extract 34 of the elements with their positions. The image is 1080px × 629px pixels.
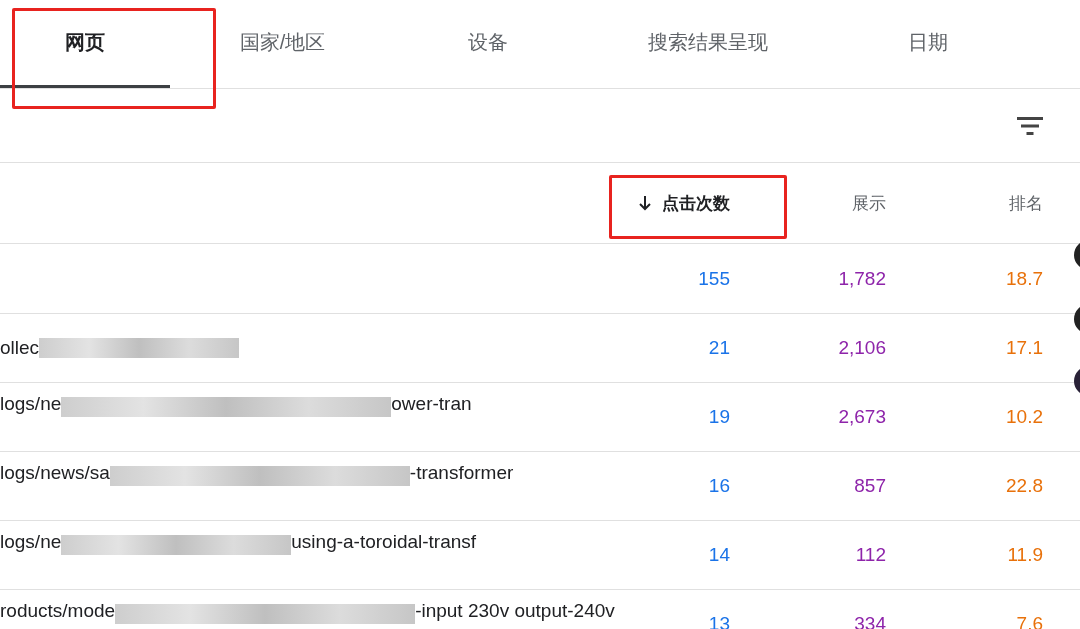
metric-value: 14	[707, 543, 730, 567]
metric-value: 10.2	[1005, 405, 1043, 429]
metric-value: 19	[707, 405, 730, 429]
metric-value: 2,106	[837, 336, 886, 360]
url-text: ollec	[0, 337, 40, 359]
tab[interactable]: 日期	[835, 0, 1020, 88]
url-text: -input 230v output-240v	[415, 600, 615, 622]
tab[interactable]: 网页	[0, 0, 170, 88]
url-text: ower-tran	[391, 393, 472, 415]
tab[interactable]: 国家/地区	[170, 0, 395, 88]
metric-value: 21	[707, 336, 730, 360]
metric-value: 2,673	[837, 405, 886, 429]
tab[interactable]: 搜索结果呈现	[580, 0, 835, 88]
metric-value: 1,782	[837, 266, 886, 291]
tab[interactable]: 设备	[395, 0, 580, 88]
url-text: logs/news/sa	[0, 462, 110, 484]
metric-value: 11.9	[1006, 543, 1043, 567]
metric-value: 112	[854, 543, 886, 567]
url-text: -transformer	[409, 462, 514, 484]
url-text: logs/ne	[0, 531, 62, 553]
url-text: using-a-toroidal-transf	[291, 531, 477, 553]
column-header[interactable]: 展示	[730, 163, 886, 243]
metric-value: 155	[697, 266, 730, 291]
url-text: logs/ne	[0, 393, 62, 415]
arrow-down-icon	[638, 195, 652, 211]
metric-value: 18.7	[1005, 266, 1043, 291]
metric-value: 857	[853, 474, 886, 498]
column-header[interactable]: 排名	[886, 163, 1043, 243]
metric-value: 16	[707, 474, 730, 498]
filter-icon[interactable]	[1016, 115, 1044, 136]
column-header[interactable]: 点击次数	[630, 163, 730, 243]
metric-value: 17.1	[1005, 336, 1043, 360]
metric-value: 22.8	[1005, 474, 1043, 498]
url-text: roducts/mode	[0, 600, 116, 622]
